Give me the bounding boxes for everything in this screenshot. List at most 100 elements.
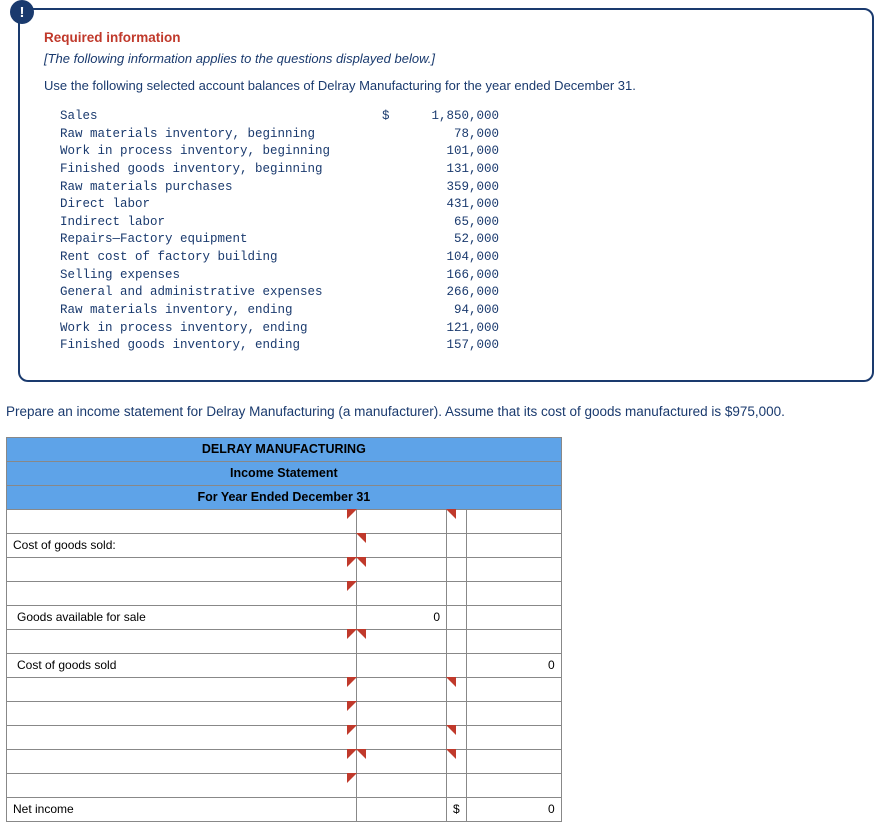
- net-income-label: Net income: [7, 797, 357, 821]
- stmt-header-period: For Year Ended December 31: [7, 485, 562, 509]
- account-symbol: [382, 303, 397, 319]
- prepare-instruction: Prepare an income statement for Delray M…: [6, 404, 882, 419]
- account-value: 1,850,000: [399, 109, 499, 125]
- cell-amt[interactable]: [357, 533, 447, 557]
- row-select[interactable]: [7, 773, 357, 797]
- account-value: 359,000: [399, 180, 499, 196]
- cell-cur: [447, 533, 467, 557]
- account-value: 131,000: [399, 162, 499, 178]
- account-label: Indirect labor: [60, 215, 380, 231]
- account-symbol: [382, 127, 397, 143]
- cell-amt[interactable]: [466, 773, 561, 797]
- cell-cur: [447, 509, 467, 533]
- account-value: 101,000: [399, 144, 499, 160]
- account-row: General and administrative expenses 266,0…: [60, 285, 499, 301]
- row-sales-select[interactable]: [7, 509, 357, 533]
- cell-amt[interactable]: [357, 629, 447, 653]
- account-label: Raw materials purchases: [60, 180, 380, 196]
- account-symbol: [382, 215, 397, 231]
- account-value: 78,000: [399, 127, 499, 143]
- account-value: 65,000: [399, 215, 499, 231]
- account-value: 104,000: [399, 250, 499, 266]
- row-select[interactable]: [7, 581, 357, 605]
- cell-blank[interactable]: [357, 701, 447, 725]
- cell-amt[interactable]: [466, 509, 561, 533]
- info-icon: !: [10, 0, 34, 24]
- cell-cur: [447, 773, 467, 797]
- account-symbol: [382, 338, 397, 354]
- row-select[interactable]: [7, 701, 357, 725]
- cell-amt[interactable]: [466, 725, 561, 749]
- account-row: Raw materials inventory, beginning 78,000: [60, 127, 499, 143]
- row-select[interactable]: [7, 629, 357, 653]
- account-label: General and administrative expenses: [60, 285, 380, 301]
- cell-blank[interactable]: [357, 725, 447, 749]
- account-row: Raw materials purchases 359,000: [60, 180, 499, 196]
- account-symbol: [382, 197, 397, 213]
- cell-amt[interactable]: [466, 605, 561, 629]
- income-statement-table: DELRAY MANUFACTURING Income Statement Fo…: [6, 437, 562, 822]
- cell-amt[interactable]: [357, 749, 447, 773]
- account-row: Selling expenses166,000: [60, 268, 499, 284]
- account-value: 266,000: [399, 285, 499, 301]
- net-income-sym: $: [447, 797, 467, 821]
- account-label: Work in process inventory, ending: [60, 321, 380, 337]
- account-symbol: [382, 321, 397, 337]
- row-select[interactable]: [7, 557, 357, 581]
- cell-blank[interactable]: [357, 653, 447, 677]
- cell-blank[interactable]: [357, 797, 447, 821]
- account-value: 431,000: [399, 197, 499, 213]
- account-label: Finished goods inventory, beginning: [60, 162, 380, 178]
- cell-amt[interactable]: [466, 557, 561, 581]
- row-select[interactable]: [7, 725, 357, 749]
- goods-available-label: Goods available for sale: [7, 605, 357, 629]
- account-label: Raw materials inventory, beginning: [60, 127, 380, 143]
- account-label: Work in process inventory, beginning: [60, 144, 380, 160]
- account-symbol: [382, 285, 397, 301]
- stmt-header-company: DELRAY MANUFACTURING: [7, 437, 562, 461]
- cell-amt[interactable]: [466, 701, 561, 725]
- account-row: Direct labor 431,000: [60, 197, 499, 213]
- account-value: 94,000: [399, 303, 499, 319]
- cell-amt[interactable]: [466, 749, 561, 773]
- required-info-panel: ! Required information [The following in…: [18, 8, 874, 382]
- cell-cur: [447, 701, 467, 725]
- account-row: Repairs—Factory equipment52,000: [60, 232, 499, 248]
- account-row: Work in process inventory, beginning 101,…: [60, 144, 499, 160]
- account-value: 157,000: [399, 338, 499, 354]
- cell-cur: [447, 725, 467, 749]
- cell-amt[interactable]: [357, 581, 447, 605]
- cell-cur: [447, 749, 467, 773]
- cell-amt[interactable]: [357, 557, 447, 581]
- cell-amt[interactable]: [466, 581, 561, 605]
- account-symbol: [382, 232, 397, 248]
- cell-amt[interactable]: [357, 773, 447, 797]
- cell-blank[interactable]: [357, 509, 447, 533]
- account-balances-table: Sales$ 1,850,000 Raw materials inventory,…: [58, 107, 501, 356]
- account-symbol: $: [382, 109, 397, 125]
- account-value: 121,000: [399, 321, 499, 337]
- account-label: Direct labor: [60, 197, 380, 213]
- goods-available-value: 0: [357, 605, 447, 629]
- cell-amt[interactable]: [466, 533, 561, 557]
- cell-amt[interactable]: [466, 677, 561, 701]
- applies-note: [The following information applies to th…: [44, 51, 848, 66]
- account-row: Finished goods inventory, beginning 131,0…: [60, 162, 499, 178]
- stmt-header-title: Income Statement: [7, 461, 562, 485]
- row-select[interactable]: [7, 677, 357, 701]
- cell-cur: [447, 557, 467, 581]
- account-symbol: [382, 144, 397, 160]
- cell-cur: [447, 677, 467, 701]
- account-row: Sales$ 1,850,000: [60, 109, 499, 125]
- account-value: 166,000: [399, 268, 499, 284]
- cogs-line-label: Cost of goods sold: [7, 653, 357, 677]
- cell-cur: [447, 653, 467, 677]
- instruction-text: Use the following selected account balan…: [44, 78, 848, 93]
- required-heading: Required information: [44, 30, 848, 45]
- cell-blank[interactable]: [357, 677, 447, 701]
- cell-cur: [447, 581, 467, 605]
- account-label: Finished goods inventory, ending: [60, 338, 380, 354]
- account-label: Sales: [60, 109, 380, 125]
- cell-amt[interactable]: [466, 629, 561, 653]
- row-select[interactable]: [7, 749, 357, 773]
